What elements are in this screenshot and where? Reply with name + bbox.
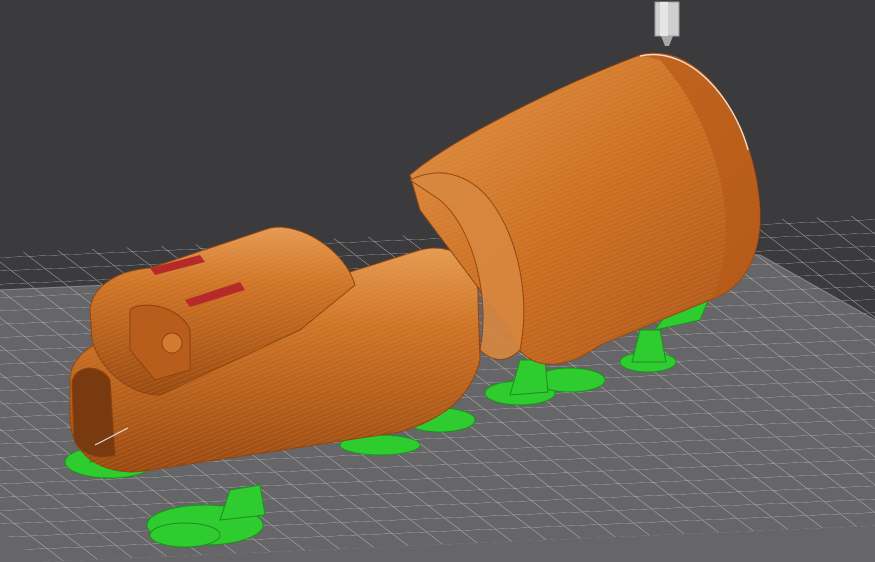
scene-canvas[interactable] <box>0 0 875 562</box>
3d-viewport[interactable] <box>0 0 875 562</box>
nozzle-icon <box>654 1 680 46</box>
